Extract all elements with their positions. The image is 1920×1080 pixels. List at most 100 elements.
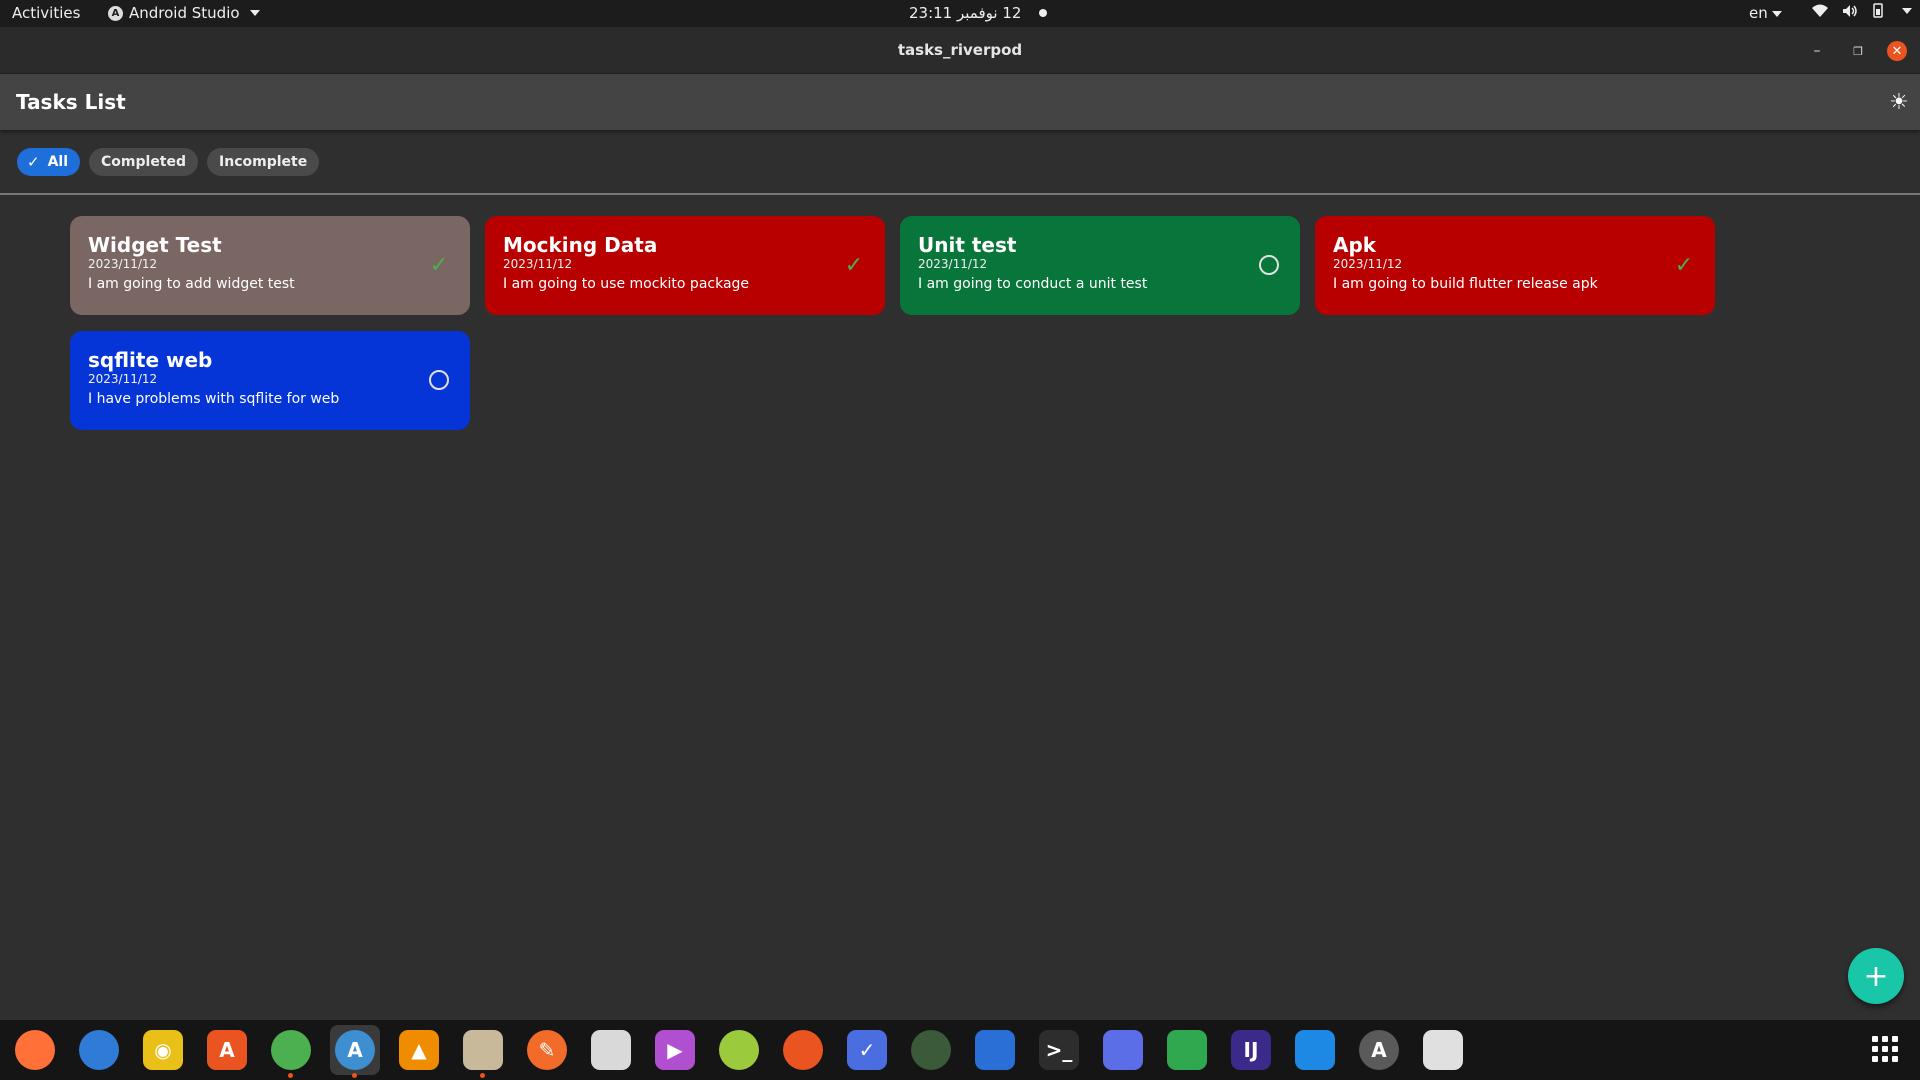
filter-chip-incomplete[interactable]: Incomplete	[207, 148, 320, 176]
dock-item[interactable]	[1418, 1025, 1468, 1075]
dock-item[interactable]	[906, 1025, 956, 1075]
clock[interactable]: 12 نوفمبر 23:11	[909, 4, 1048, 22]
check-icon: ✓	[1674, 252, 1694, 278]
dock-item[interactable]: A	[1354, 1025, 1404, 1075]
task-status-toggle[interactable]	[1258, 254, 1280, 276]
files-icon	[463, 1030, 503, 1070]
software-updater-icon: A	[1359, 1030, 1399, 1070]
filter-chip-completed[interactable]: Completed	[89, 148, 199, 176]
task-title: Mocking Data	[503, 233, 658, 257]
dock-item[interactable]: IJ	[1226, 1025, 1276, 1075]
screenshot-icon	[1103, 1030, 1143, 1070]
task-date: 2023/11/12	[503, 257, 573, 271]
chevron-down-icon	[1771, 10, 1782, 17]
task-status-toggle[interactable]: ✓	[1673, 252, 1695, 278]
task-description: I am going to add widget test	[88, 276, 295, 292]
system-top-bar: Activities A Android Studio 12 نوفمبر 23…	[0, 0, 1920, 27]
dock-item[interactable]: A	[330, 1025, 380, 1078]
writer-icon	[975, 1030, 1015, 1070]
chevron-down-icon	[249, 10, 260, 16]
system-status-menu[interactable]	[1812, 3, 1912, 18]
window-title: tasks_riverpod	[897, 41, 1023, 59]
keyboard-layout-indicator[interactable]: en	[1749, 4, 1782, 22]
divider	[0, 193, 1920, 195]
inkscape-icon: ✎	[527, 1030, 567, 1070]
dock-item[interactable]	[1098, 1025, 1148, 1075]
dock: ◉ A A ▲ ✎ ▶ ✓ >_ IJ A	[0, 1020, 1920, 1080]
dock-item[interactable]: >_	[1034, 1025, 1084, 1075]
close-icon: ✕	[1891, 43, 1903, 59]
running-indicator	[352, 1073, 357, 1078]
plus-icon: +	[1863, 958, 1889, 994]
vscode-icon	[1295, 1030, 1335, 1070]
android-studio-logo-icon: A	[108, 5, 123, 21]
activities-button[interactable]: Activities	[12, 4, 80, 22]
task-date: 2023/11/12	[1333, 257, 1403, 271]
task-status-toggle[interactable]	[428, 369, 450, 391]
android-studio-icon: A	[335, 1030, 375, 1070]
grid-icon	[1872, 1036, 1878, 1042]
empty-circle-icon	[1259, 255, 1279, 275]
task-status-toggle[interactable]: ✓	[428, 252, 450, 278]
task-card[interactable]: Mocking Data 2023/11/12 I am going to us…	[485, 216, 885, 315]
terminal-icon: >_	[1039, 1030, 1079, 1070]
check-icon: ✓	[27, 153, 40, 171]
dock-item[interactable]	[10, 1025, 60, 1075]
filter-chip-all[interactable]: ✓ All	[17, 148, 81, 176]
task-status-toggle[interactable]: ✓	[843, 253, 865, 278]
task-description: I am going to use mockito package	[503, 276, 750, 292]
task-title: Unit test	[918, 233, 1017, 257]
task-card[interactable]: sqflite web 2023/11/12 I have problems w…	[70, 331, 470, 430]
dock-item[interactable]	[458, 1025, 508, 1078]
video-player-icon: ▶	[655, 1030, 695, 1070]
dock-item[interactable]	[1290, 1025, 1340, 1075]
calc-icon	[1167, 1030, 1207, 1070]
filter-chip-label: Incomplete	[219, 154, 308, 170]
dock-item[interactable]: ▲	[394, 1025, 444, 1075]
dock-item[interactable]: ◉	[138, 1025, 188, 1075]
dock-item[interactable]	[778, 1025, 828, 1075]
rhythmbox-icon: ◉	[143, 1030, 183, 1070]
tasks-icon: ✓	[847, 1030, 887, 1070]
app-menu-label: Android Studio	[129, 4, 240, 22]
dock-item[interactable]: A	[202, 1025, 252, 1075]
window-title-bar[interactable]: tasks_riverpod – ❐ ✕	[0, 27, 1920, 74]
task-title: Apk	[1333, 233, 1377, 257]
empty-circle-icon	[429, 370, 449, 390]
dock-item[interactable]: ✓	[842, 1025, 892, 1075]
chevron-down-icon	[1902, 7, 1912, 14]
task-description: I have problems with sqflite for web	[88, 391, 340, 407]
wifi-icon	[1812, 4, 1828, 17]
dock-item[interactable]	[586, 1025, 636, 1075]
check-icon: ✓	[429, 252, 449, 278]
close-button[interactable]: ✕	[1887, 41, 1907, 61]
filter-chips: ✓ All Completed Incomplete	[17, 148, 320, 176]
task-card[interactable]: Widget Test 2023/11/12 I am going to add…	[70, 216, 470, 315]
battery-icon	[1873, 3, 1883, 18]
task-card[interactable]: Apk 2023/11/12 I am going to build flutt…	[1315, 216, 1715, 315]
maximize-button[interactable]: ❐	[1848, 41, 1868, 61]
task-card[interactable]: Unit test 2023/11/12 I am going to condu…	[900, 216, 1300, 315]
dock-item[interactable]	[266, 1025, 316, 1078]
add-task-button[interactable]: +	[1848, 948, 1904, 1004]
show-applications-button[interactable]	[1870, 1034, 1900, 1064]
filter-chip-label: All	[47, 154, 69, 170]
dock-item[interactable]	[74, 1025, 124, 1075]
task-date: 2023/11/12	[88, 257, 158, 271]
minimize-icon: –	[1813, 43, 1821, 59]
app-center-icon: A	[207, 1030, 247, 1070]
dock-item[interactable]	[1162, 1025, 1212, 1075]
task-date: 2023/11/12	[88, 372, 158, 386]
running-indicator	[288, 1073, 293, 1078]
dock-item[interactable]	[970, 1025, 1020, 1075]
theme-toggle-button[interactable]: ☀	[1886, 89, 1912, 115]
minimize-button[interactable]: –	[1807, 41, 1827, 61]
app-menu[interactable]: A Android Studio	[108, 4, 260, 22]
thunderbird-icon	[79, 1030, 119, 1070]
task-title: Widget Test	[88, 233, 222, 257]
clock-label: 12 نوفمبر 23:11	[909, 4, 1022, 22]
dock-item[interactable]	[714, 1025, 764, 1075]
camera-icon	[911, 1030, 951, 1070]
dock-item[interactable]: ▶	[650, 1025, 700, 1075]
dock-item[interactable]: ✎	[522, 1025, 572, 1075]
